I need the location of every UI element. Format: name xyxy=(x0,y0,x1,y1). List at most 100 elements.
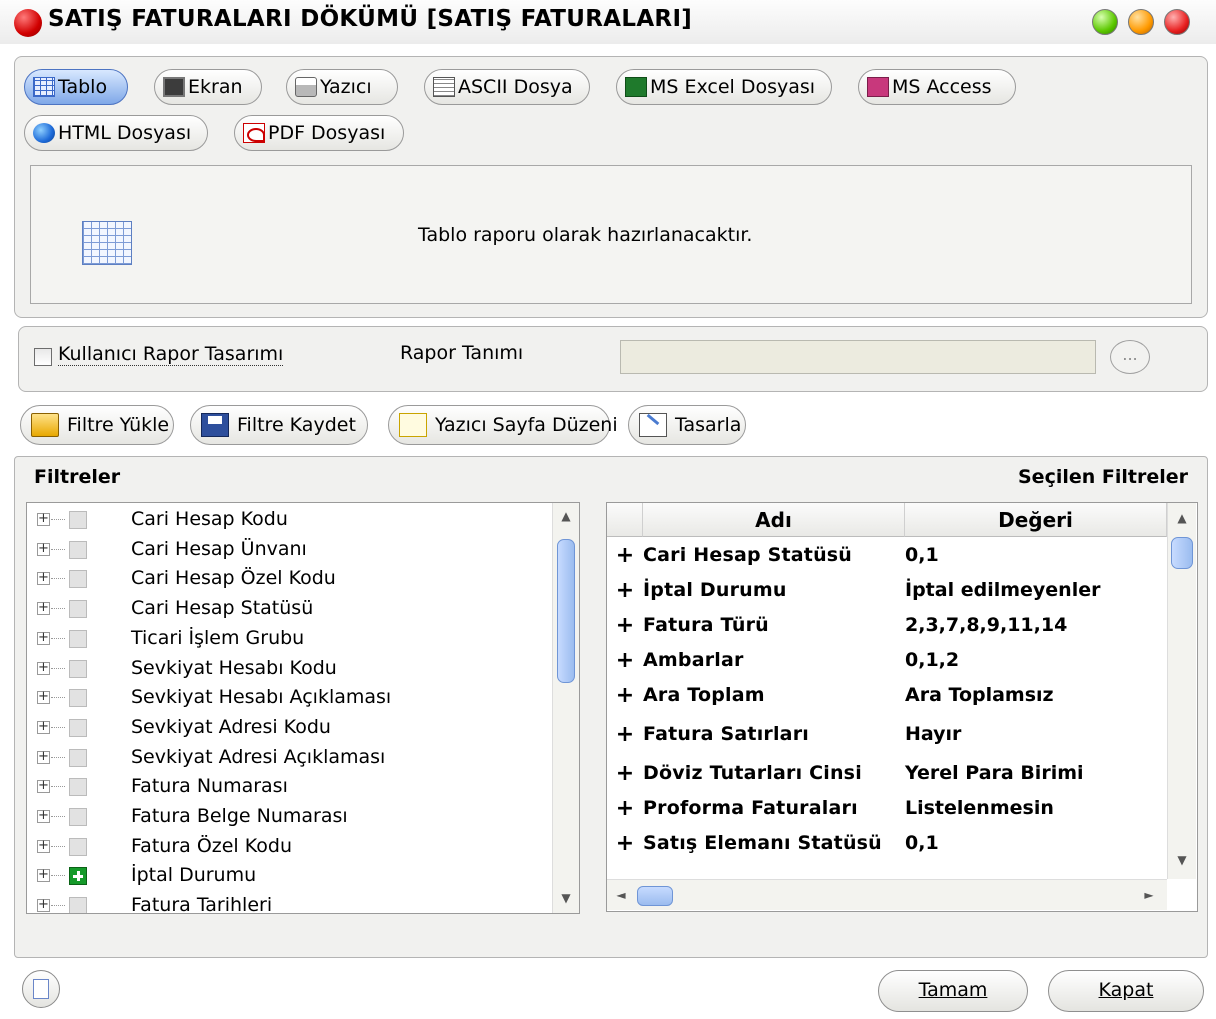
grid-vertical-scroll-thumb[interactable] xyxy=(1171,537,1193,569)
filter-tree-item[interactable]: + Ticari İşlem Grubu xyxy=(27,624,547,654)
scroll-up-icon[interactable]: ▲ xyxy=(554,505,578,527)
filter-tree-item[interactable]: + Cari Hesap Statüsü xyxy=(27,594,547,624)
table-row[interactable]: + Ara Toplam Ara Toplamsız xyxy=(607,679,1167,714)
expand-plus-icon[interactable]: + xyxy=(37,601,50,616)
filter-tree-scrollbar[interactable]: ▲ ▼ xyxy=(552,503,579,913)
filter-value-cell: 2,3,7,8,9,11,14 xyxy=(905,614,1068,636)
filter-tree-item[interactable]: + Sevkiyat Adresi Kodu xyxy=(27,713,547,743)
user-report-design-label: Kullanıcı Rapor Tasarımı xyxy=(58,343,284,366)
grid-scroll-left-icon[interactable]: ◄ xyxy=(609,884,633,906)
table-row[interactable]: + Fatura Satırları Hayır xyxy=(607,718,1167,753)
expand-plus-icon[interactable]: + xyxy=(37,542,50,556)
selected-filters-grid[interactable]: Adı Değeri + Cari Hesap Statüsü 0,1 + İptal … xyxy=(606,502,1198,912)
expand-plus-icon[interactable]: + xyxy=(37,631,50,645)
expand-plus-icon[interactable]: + xyxy=(615,648,635,673)
info-button[interactable] xyxy=(22,970,60,1008)
expand-plus-icon[interactable]: + xyxy=(615,722,635,747)
output-access-button[interactable]: MS Access xyxy=(858,69,1016,105)
grid-scroll-down-icon[interactable]: ▼ xyxy=(1170,849,1194,871)
maximize-button[interactable] xyxy=(1128,9,1154,35)
table-row[interactable]: + Ambarlar 0,1,2 xyxy=(607,644,1167,679)
ok-button[interactable]: Tamam xyxy=(878,970,1028,1012)
expand-plus-icon[interactable]: + xyxy=(37,571,50,586)
page-setup-label: Yazıcı Sayfa Düzeni xyxy=(435,414,618,436)
table-row[interactable]: + Fatura Türü 2,3,7,8,9,11,14 xyxy=(607,609,1167,644)
output-excel-button[interactable]: MS Excel Dosyası xyxy=(616,69,832,105)
user-report-design-checkbox[interactable] xyxy=(34,348,52,366)
expand-plus-icon[interactable]: + xyxy=(37,720,50,734)
printer-icon xyxy=(295,77,317,97)
output-html-label: HTML Dosyası xyxy=(58,122,192,144)
grid-indicator-header xyxy=(607,503,643,537)
grid-horizontal-scroll-thumb[interactable] xyxy=(637,886,673,906)
filter-tree-item[interactable]: + Cari Hesap Ünvanı xyxy=(27,535,547,565)
expand-plus-icon[interactable]: + xyxy=(37,750,50,764)
close-button[interactable]: Kapat xyxy=(1048,970,1204,1012)
report-definition-field[interactable] xyxy=(620,340,1096,374)
output-ascii-button[interactable]: ASCII Dosya xyxy=(424,69,590,105)
output-pdf-button[interactable]: PDF Dosyası xyxy=(234,115,404,151)
expand-plus-icon[interactable]: + xyxy=(37,690,50,705)
filter-tree-item[interactable]: + İptal Durumu xyxy=(27,861,547,891)
grid-vertical-scrollbar[interactable]: ▲ ▼ xyxy=(1167,503,1196,879)
save-filter-button[interactable]: Filtre Kaydet xyxy=(190,405,368,445)
excel-icon xyxy=(625,77,647,97)
design-button[interactable]: Tasarla xyxy=(628,405,746,445)
output-html-button[interactable]: HTML Dosyası xyxy=(24,115,208,151)
filter-tree-item[interactable]: + Sevkiyat Adresi Açıklaması xyxy=(27,743,547,773)
expand-plus-icon[interactable]: + xyxy=(37,868,50,883)
tree-connector xyxy=(51,726,65,728)
page-setup-icon xyxy=(399,413,427,437)
access-icon xyxy=(867,77,889,97)
filter-tree-item[interactable]: + Cari Hesap Özel Kodu xyxy=(27,564,547,594)
close-window-button[interactable] xyxy=(1164,9,1190,35)
filter-tree-scroll-thumb[interactable] xyxy=(557,539,575,683)
table-row[interactable]: + Satış Elemanı Statüsü 0,1 xyxy=(607,827,1167,862)
app-icon xyxy=(14,9,42,37)
report-browse-button[interactable]: ... xyxy=(1110,340,1150,374)
column-header-name[interactable]: Adı xyxy=(643,503,905,537)
scroll-down-icon[interactable]: ▼ xyxy=(554,887,578,909)
expand-plus-icon[interactable]: + xyxy=(615,613,635,638)
expand-plus-icon[interactable]: + xyxy=(37,779,50,794)
column-header-value[interactable]: Değeri xyxy=(905,503,1167,537)
filter-tree-item[interactable]: + Cari Hesap Kodu xyxy=(27,505,547,535)
output-tablo-button[interactable]: Tablo xyxy=(24,69,128,105)
expand-plus-icon[interactable]: + xyxy=(615,683,635,708)
table-row[interactable]: + Cari Hesap Statüsü 0,1 xyxy=(607,539,1167,574)
ok-label: Tamam xyxy=(918,979,988,1001)
output-yazici-button[interactable]: Yazıcı xyxy=(286,69,398,105)
filter-tree[interactable]: + Cari Hesap Kodu + Cari Hesap Ünvanı + Cari … xyxy=(26,502,580,914)
grid-scroll-right-icon[interactable]: ► xyxy=(1137,884,1161,906)
expand-plus-icon[interactable]: + xyxy=(615,796,635,821)
minimize-button[interactable] xyxy=(1092,9,1118,35)
filter-name-cell: Ara Toplam xyxy=(643,684,765,706)
filter-tree-item[interactable]: + Fatura Özel Kodu xyxy=(27,832,547,862)
expand-plus-icon[interactable]: + xyxy=(37,809,50,823)
table-row[interactable]: + Proforma Faturaları Listelenmesin xyxy=(607,792,1167,827)
filter-tree-item[interactable]: + Fatura Tarihleri xyxy=(27,891,547,913)
expand-plus-icon[interactable]: + xyxy=(615,831,635,856)
filter-tree-item[interactable]: + Sevkiyat Hesabı Kodu xyxy=(27,654,547,684)
expand-plus-icon[interactable]: + xyxy=(37,898,50,913)
filter-status-icon xyxy=(69,570,87,589)
expand-plus-icon[interactable]: + xyxy=(615,578,635,603)
page-setup-button[interactable]: Yazıcı Sayfa Düzeni xyxy=(388,405,618,445)
tree-connector xyxy=(51,519,65,520)
filter-tree-item[interactable]: + Fatura Belge Numarası xyxy=(27,802,547,832)
expand-plus-icon[interactable]: + xyxy=(615,761,635,786)
table-row[interactable]: + İptal Durumu İptal edilmeyenler xyxy=(607,574,1167,609)
expand-plus-icon[interactable]: + xyxy=(37,661,50,675)
expand-plus-icon[interactable]: + xyxy=(615,543,635,568)
filter-tree-item[interactable]: + Sevkiyat Hesabı Açıklaması xyxy=(27,683,547,713)
output-ekran-button[interactable]: Ekran xyxy=(154,69,262,105)
expand-plus-icon[interactable]: + xyxy=(37,839,50,853)
filter-tree-item[interactable]: + Fatura Numarası xyxy=(27,772,547,802)
table-row[interactable]: + Döviz Tutarları Cinsi Yerel Para Birimi xyxy=(607,757,1167,792)
filters-heading: Filtreler xyxy=(34,466,121,488)
load-filter-button[interactable]: Filtre Yükle xyxy=(20,405,174,445)
expand-plus-icon[interactable]: + xyxy=(37,512,50,526)
save-filter-label: Filtre Kaydet xyxy=(237,414,356,436)
grid-scroll-up-icon[interactable]: ▲ xyxy=(1170,507,1194,529)
grid-horizontal-scrollbar[interactable]: ◄ ► xyxy=(607,879,1167,910)
